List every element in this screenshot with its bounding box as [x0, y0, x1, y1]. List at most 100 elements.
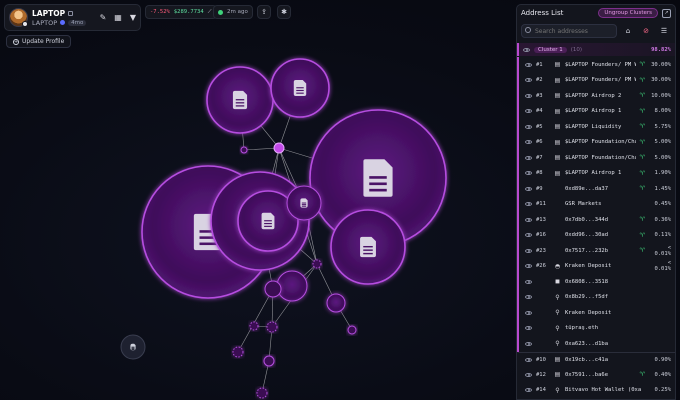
bubble-node[interactable]: [312, 259, 322, 269]
eye-icon[interactable]: [525, 62, 532, 67]
sprout-icon: ♈: [639, 123, 645, 131]
row-label: $LAPTOP Foundation/Chai…: [565, 154, 636, 161]
eye-icon[interactable]: [525, 124, 532, 129]
address-row[interactable]: ⚲ tüpraş.eth: [517, 320, 675, 336]
filter-icon[interactable]: ▼: [130, 13, 136, 22]
bubble-node[interactable]: [232, 346, 244, 358]
address-row[interactable]: #3 ▤ $LAPTOP Airdrop 2 ♈ 10.00%: [517, 88, 675, 104]
eye-icon[interactable]: [525, 248, 532, 253]
bubble-node[interactable]: [273, 142, 285, 154]
eye-icon[interactable]: [525, 295, 532, 300]
eye-icon[interactable]: [525, 326, 532, 331]
update-profile-label: Update Profile: [22, 38, 65, 45]
document-icon: ▤: [554, 123, 561, 131]
wallet-node-icon: ⚲: [555, 386, 560, 394]
row-pct: 30.00%: [651, 77, 671, 84]
eye-icon[interactable]: [525, 279, 532, 284]
bubble-node[interactable]: [276, 270, 308, 302]
bubble-node[interactable]: [240, 146, 248, 154]
calendar-icon[interactable]: ▦: [114, 13, 122, 22]
address-row[interactable]: ◼ 0x6808...3518: [517, 274, 675, 290]
eye-icon[interactable]: [525, 109, 532, 114]
address-row[interactable]: #12 ▤ 0x7591...ba6e ♈ 0.40%: [517, 367, 675, 383]
bubble-node[interactable]: [330, 209, 406, 285]
eye-icon[interactable]: [525, 171, 532, 176]
bubble-node[interactable]: [266, 321, 278, 333]
row-rank: #11: [536, 201, 546, 208]
row-pct: < 0.01%: [654, 244, 671, 257]
update-profile-button[interactable]: + Update Profile: [6, 35, 72, 48]
tag-icon[interactable]: ⌂: [621, 24, 635, 38]
bubble-graph[interactable]: [0, 0, 515, 400]
bubble-node-unclustered[interactable]: [120, 334, 146, 360]
row-label: 0xa623...d1ba: [565, 340, 609, 347]
bubble-node[interactable]: [206, 66, 274, 134]
tag-off-icon[interactable]: ⊘: [639, 24, 653, 38]
search-input[interactable]: [521, 24, 617, 38]
row-label: $LAPTOP Founders/ PM Wa…: [565, 61, 636, 68]
eye-icon[interactable]: [525, 202, 532, 207]
eye-icon[interactable]: [525, 341, 532, 346]
bubble-node[interactable]: [270, 58, 330, 118]
settings-wrench-button[interactable]: ✱: [277, 5, 291, 19]
address-row[interactable]: #10 ▤ 0x19cb...c41a 0.90%: [517, 351, 675, 368]
address-row[interactable]: ⚲ 0xa623...d1ba: [517, 336, 675, 352]
eye-icon[interactable]: [525, 357, 532, 362]
document-icon: ▤: [554, 61, 561, 69]
kraken-icon: ◓: [554, 262, 561, 270]
address-row[interactable]: #6 ▤ $LAPTOP Foundation/Chai… ♈ 5.00%: [517, 134, 675, 150]
sliders-icon[interactable]: ☰: [657, 24, 671, 38]
edit-icon[interactable]: ✎: [100, 13, 107, 22]
eye-icon[interactable]: [525, 93, 532, 98]
address-row[interactable]: #1 ▤ $LAPTOP Founders/ PM Wa… ♈ 30.00%: [517, 57, 675, 73]
bubble-node[interactable]: [264, 280, 282, 298]
address-row[interactable]: #2 ▤ $LAPTOP Founders/ PM Wa… ♈ 30.00%: [517, 72, 675, 88]
eye-icon[interactable]: [523, 47, 530, 52]
bubble-node[interactable]: [249, 321, 259, 331]
address-row[interactable]: #4 ▤ $LAPTOP Airdrop 1 ♈ 8.00%: [517, 103, 675, 119]
copy-icon[interactable]: [68, 10, 74, 16]
eye-icon[interactable]: [525, 372, 532, 377]
document-icon: ▤: [554, 138, 561, 146]
eye-icon[interactable]: [525, 217, 532, 222]
address-row[interactable]: #8 ▤ $LAPTOP Airdrop 1 ♈ 1.90%: [517, 165, 675, 181]
eye-icon[interactable]: [525, 186, 532, 191]
row-pct: 5.00%: [654, 154, 671, 161]
address-row[interactable]: #23 0x7517...232b ♈ < 0.01%: [517, 243, 675, 259]
bubble-node[interactable]: [256, 387, 268, 399]
row-label: 0x8b29...f5df: [565, 294, 609, 301]
bubble-node[interactable]: [263, 355, 275, 367]
address-row[interactable]: #13 0x7db0...344d ♈ 0.36%: [517, 212, 675, 228]
eye-icon[interactable]: [525, 78, 532, 83]
address-row[interactable]: ⚲ 0x8b29...f5df: [517, 289, 675, 305]
address-row[interactable]: #11 GSR Markets 0.45%: [517, 196, 675, 212]
document-icon: ▤: [554, 169, 561, 177]
eye-icon[interactable]: [525, 310, 532, 315]
update-status[interactable]: 2m ago: [213, 5, 253, 19]
share-button[interactable]: ⇪: [257, 5, 271, 19]
document-icon: ▤: [554, 154, 561, 162]
eye-icon[interactable]: [525, 140, 532, 145]
cluster-header[interactable]: Cluster 1 (10) 98.82%: [517, 43, 675, 56]
row-rank: #4: [536, 108, 543, 115]
eye-icon[interactable]: [525, 155, 532, 160]
address-row[interactable]: #9 0xd89e...da37 ♈ 1.45%: [517, 181, 675, 197]
bubble-node[interactable]: [347, 325, 357, 335]
eye-icon[interactable]: [525, 264, 532, 269]
bubble-node[interactable]: [286, 185, 322, 221]
address-row[interactable]: #14 ⚲ Bitvavo Hot Wallet (0xaB… 0.25%: [517, 383, 675, 399]
eye-icon[interactable]: [525, 388, 532, 393]
wallet-node-icon: ⚲: [555, 293, 560, 301]
bubble-node[interactable]: [326, 293, 346, 313]
address-row[interactable]: #7 ▤ $LAPTOP Foundation/Chai… ♈ 5.00%: [517, 150, 675, 166]
eye-icon[interactable]: [525, 233, 532, 238]
row-rank: #14: [536, 387, 546, 394]
sprout-icon: ♈: [639, 154, 645, 162]
expand-icon[interactable]: ↗: [662, 8, 671, 18]
address-row[interactable]: #5 ▤ $LAPTOP Liquidity ♈ 5.75%: [517, 119, 675, 135]
address-row[interactable]: #16 0xdd96...30ad ♈ 0.11%: [517, 227, 675, 243]
ungroup-clusters-button[interactable]: Ungroup Clusters: [598, 8, 658, 18]
address-row[interactable]: #26 ◓ Kraken Deposit < 0.01%: [517, 258, 675, 274]
address-row[interactable]: ⚲ Kraken Deposit: [517, 305, 675, 321]
row-rank: #1: [536, 61, 543, 68]
